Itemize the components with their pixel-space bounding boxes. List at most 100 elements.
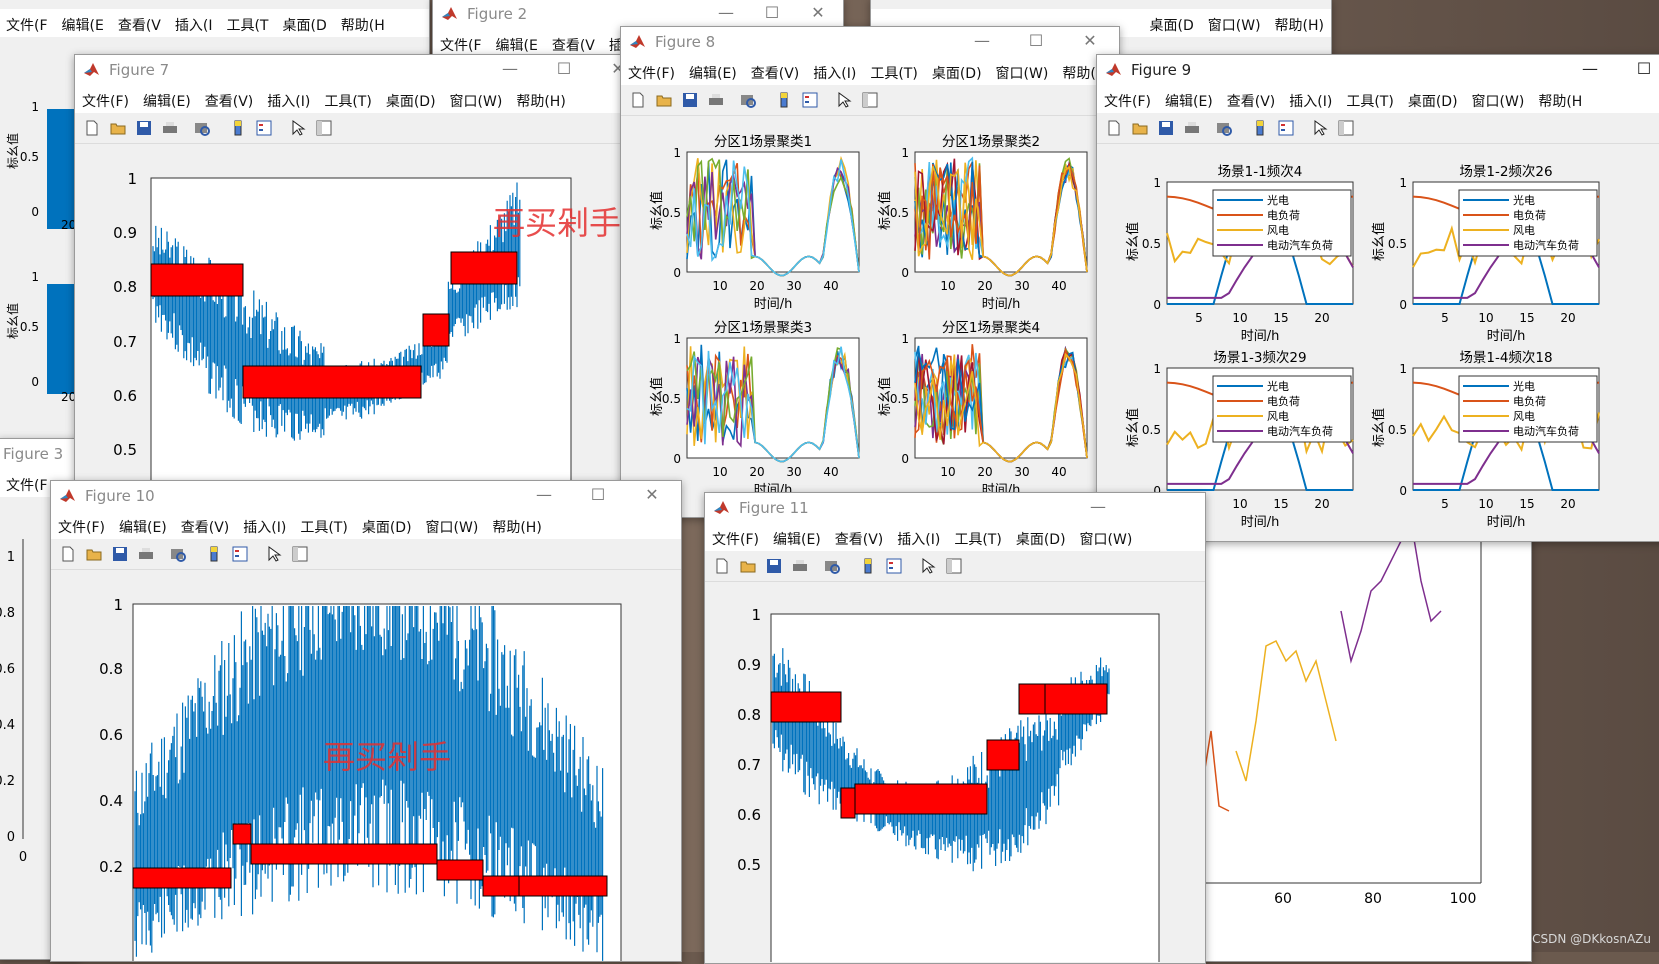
open-folder-icon[interactable] bbox=[85, 545, 103, 563]
save-icon[interactable] bbox=[1157, 119, 1175, 137]
menu-file[interactable]: 文件(F) bbox=[51, 511, 112, 537]
maximize-button[interactable]: ☐ bbox=[749, 0, 795, 29]
new-file-icon[interactable] bbox=[59, 545, 77, 563]
menu-view[interactable]: 查看(V) bbox=[744, 57, 807, 83]
menu-help[interactable]: 帮助(H) bbox=[1268, 9, 1331, 35]
close-button[interactable]: ✕ bbox=[629, 481, 675, 511]
menu-file[interactable]: 文件(F) bbox=[621, 57, 682, 83]
menu-edit[interactable]: 编辑(E) bbox=[112, 511, 174, 537]
menu-tools[interactable]: 工具(T) bbox=[1339, 85, 1400, 111]
menu-tools[interactable]: 工具(T) bbox=[317, 85, 378, 111]
menu-tools[interactable]: 工具(T bbox=[219, 9, 275, 35]
menu-file[interactable]: 文件(F) bbox=[75, 85, 136, 111]
legend-icon[interactable] bbox=[255, 119, 273, 137]
menu-view[interactable]: 查看(V bbox=[111, 9, 168, 35]
print-icon[interactable] bbox=[1183, 119, 1201, 137]
pointer-icon[interactable] bbox=[289, 119, 307, 137]
save-icon[interactable] bbox=[111, 545, 129, 563]
maximize-button[interactable]: ☐ bbox=[1013, 27, 1059, 57]
menu-help[interactable]: 帮助(H bbox=[1531, 85, 1589, 111]
colorbar-icon[interactable] bbox=[229, 119, 247, 137]
colorbar-icon[interactable] bbox=[859, 557, 877, 575]
menu-file[interactable]: 文件(F bbox=[0, 469, 55, 495]
menu-desktop[interactable]: 桌面(D bbox=[275, 9, 333, 35]
menu-edit[interactable]: 编辑(E) bbox=[766, 523, 828, 549]
minimize-button[interactable]: — bbox=[1567, 55, 1613, 85]
menu-edit[interactable]: 编辑(E bbox=[489, 29, 545, 55]
menu-tools[interactable]: 工具(T) bbox=[947, 523, 1008, 549]
legend-icon[interactable] bbox=[885, 557, 903, 575]
menu-window[interactable]: 窗口(W) bbox=[989, 57, 1056, 83]
open-folder-icon[interactable] bbox=[109, 119, 127, 137]
open-folder-icon[interactable] bbox=[1131, 119, 1149, 137]
menu-window[interactable]: 窗口(W) bbox=[1201, 9, 1268, 35]
print-icon[interactable] bbox=[161, 119, 179, 137]
new-file-icon[interactable] bbox=[629, 91, 647, 109]
open-folder-icon[interactable] bbox=[739, 557, 757, 575]
save-icon[interactable] bbox=[765, 557, 783, 575]
menu-desktop[interactable]: 桌面(D) bbox=[379, 85, 443, 111]
maximize-button[interactable]: ☐ bbox=[575, 481, 621, 511]
minimize-button[interactable]: — bbox=[487, 55, 533, 85]
menu-file[interactable]: 文件(F) bbox=[705, 523, 766, 549]
property-editor-icon[interactable] bbox=[1337, 119, 1355, 137]
menu-edit[interactable]: 编辑(E) bbox=[682, 57, 744, 83]
menu-window[interactable]: 窗口(W) bbox=[443, 85, 510, 111]
save-icon[interactable] bbox=[135, 119, 153, 137]
open-folder-icon[interactable] bbox=[655, 91, 673, 109]
menu-view[interactable]: 查看(V) bbox=[174, 511, 237, 537]
menu-view[interactable]: 查看(V) bbox=[828, 523, 891, 549]
legend-icon[interactable] bbox=[801, 91, 819, 109]
minimize-button[interactable]: — bbox=[1075, 493, 1121, 523]
close-button[interactable]: ✕ bbox=[1067, 27, 1113, 57]
print-icon[interactable] bbox=[791, 557, 809, 575]
new-file-icon[interactable] bbox=[713, 557, 731, 575]
menu-help[interactable]: 帮助(H) bbox=[485, 511, 548, 537]
menu-view[interactable]: 查看(V) bbox=[198, 85, 261, 111]
pointer-icon[interactable] bbox=[835, 91, 853, 109]
property-editor-icon[interactable] bbox=[861, 91, 879, 109]
menu-desktop[interactable]: 桌面(D bbox=[1143, 9, 1201, 35]
menu-desktop[interactable]: 桌面(D) bbox=[1009, 523, 1073, 549]
minimize-button[interactable]: — bbox=[521, 481, 567, 511]
new-file-icon[interactable] bbox=[83, 119, 101, 137]
minimize-button[interactable]: — bbox=[959, 27, 1005, 57]
print-preview-icon[interactable] bbox=[823, 557, 841, 575]
print-preview-icon[interactable] bbox=[1215, 119, 1233, 137]
new-file-icon[interactable] bbox=[1105, 119, 1123, 137]
menu-tools[interactable]: 工具(T) bbox=[863, 57, 924, 83]
menu-edit[interactable]: 编辑(E bbox=[55, 9, 111, 35]
minimize-button[interactable]: — bbox=[703, 0, 749, 29]
print-preview-icon[interactable] bbox=[169, 545, 187, 563]
print-preview-icon[interactable] bbox=[739, 91, 757, 109]
colorbar-icon[interactable] bbox=[775, 91, 793, 109]
property-editor-icon[interactable] bbox=[291, 545, 309, 563]
save-icon[interactable] bbox=[681, 91, 699, 109]
menu-tools[interactable]: 工具(T) bbox=[293, 511, 354, 537]
menu-view[interactable]: 查看(V) bbox=[1220, 85, 1283, 111]
maximize-button[interactable]: ☐ bbox=[541, 55, 587, 85]
legend-icon[interactable] bbox=[231, 545, 249, 563]
legend-icon[interactable] bbox=[1277, 119, 1295, 137]
menu-window[interactable]: 窗口(W) bbox=[419, 511, 486, 537]
menu-edit[interactable]: 编辑(E) bbox=[136, 85, 198, 111]
menu-window[interactable]: 窗口(W) bbox=[1073, 523, 1140, 549]
print-preview-icon[interactable] bbox=[193, 119, 211, 137]
pointer-icon[interactable] bbox=[1311, 119, 1329, 137]
menu-view[interactable]: 查看(V bbox=[545, 29, 602, 55]
menu-help[interactable]: 帮助(H bbox=[334, 9, 392, 35]
colorbar-icon[interactable] bbox=[205, 545, 223, 563]
print-icon[interactable] bbox=[137, 545, 155, 563]
property-editor-icon[interactable] bbox=[315, 119, 333, 137]
menu-help[interactable]: 帮助(H) bbox=[509, 85, 572, 111]
menu-desktop[interactable]: 桌面(D) bbox=[355, 511, 419, 537]
menu-insert[interactable]: 插入(I) bbox=[236, 511, 293, 537]
menu-window[interactable]: 窗口(W) bbox=[1465, 85, 1532, 111]
pointer-icon[interactable] bbox=[265, 545, 283, 563]
menu-file[interactable]: 文件(F bbox=[0, 9, 55, 35]
menu-edit[interactable]: 编辑(E) bbox=[1158, 85, 1220, 111]
menu-file[interactable]: 文件(F bbox=[433, 29, 489, 55]
menu-desktop[interactable]: 桌面(D) bbox=[1401, 85, 1465, 111]
menu-insert[interactable]: 插入(I) bbox=[1282, 85, 1339, 111]
print-icon[interactable] bbox=[707, 91, 725, 109]
